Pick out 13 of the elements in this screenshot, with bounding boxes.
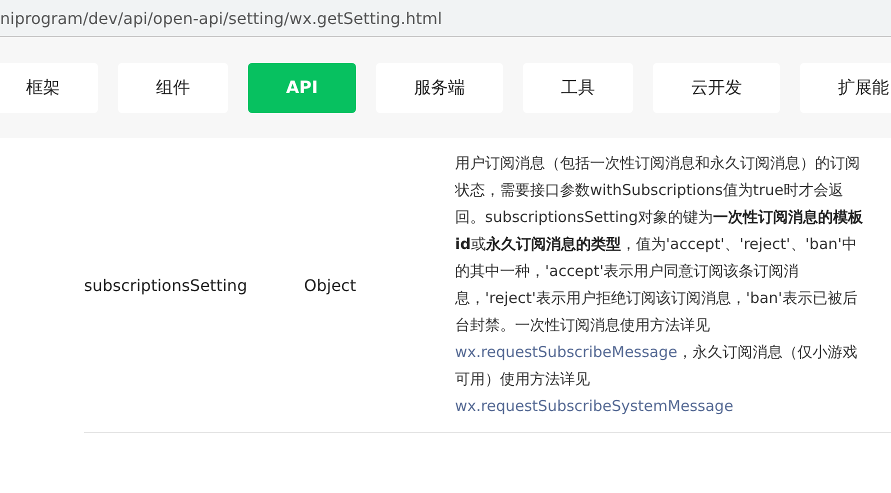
table-cell-text: Object bbox=[304, 276, 358, 294]
nav-tab[interactable]: 服务端 bbox=[376, 62, 503, 112]
nav-tab[interactable]: 组件 bbox=[118, 62, 228, 112]
nav-tab[interactable]: 云开发 bbox=[652, 62, 780, 112]
nav-tab[interactable]: 框架 bbox=[0, 62, 98, 112]
nav-tab[interactable]: 工具 bbox=[522, 62, 633, 112]
api-link[interactable]: wx.requestSubscribeMessage bbox=[455, 343, 678, 361]
nav-tab[interactable]: 扩展能 bbox=[800, 62, 891, 112]
url-text: niprogram/dev/api/open-api/setting/wx.getSetting.html bbox=[0, 8, 442, 28]
description-text: 用户订阅消息（包括一次性订阅消息和永久订阅消息）的订阅状态，需要接口参数withSubscriptions值为true时才会返回。subscriptionsSetting对象的键为一次性订阅消息的模板id或永久订阅消息的类型，值为'accept'、'reject'、'ban'中的其中一种，'accept'表示用户同意订阅该条订阅消息，'reject'表示用户拒绝订阅该订阅消息，'ban'表示已被后台封禁。一次性订阅消息使用方法详见 wx.requestSubscribeMessage，永久订阅消息（仅小游戏可用）使用方法详见 wx.requestSubscribeSystemMessage bbox=[455, 153, 864, 417]
api-link[interactable]: wx.requestSubscribeSystemMessage bbox=[455, 397, 734, 415]
address-bar[interactable]: niprogram/dev/api/open-api/setting/wx.getSetting.html bbox=[0, 0, 891, 37]
table-cell-text: subscriptionsSetting bbox=[84, 276, 248, 294]
